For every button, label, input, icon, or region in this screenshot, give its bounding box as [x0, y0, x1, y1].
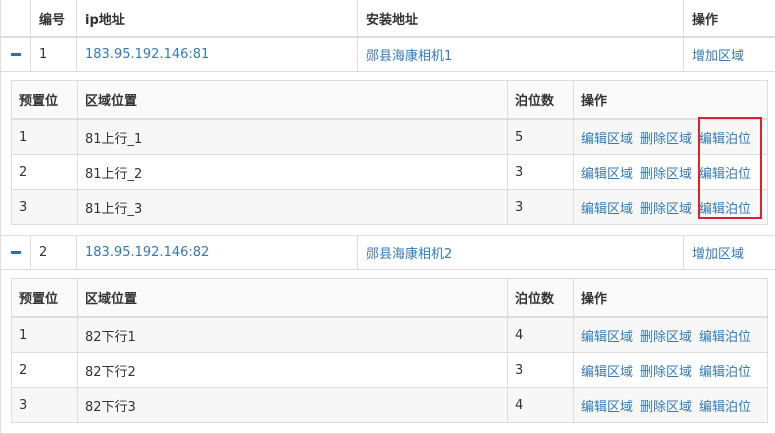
edit-spots-link[interactable]: 编辑泊位: [699, 202, 751, 217]
camera-location-link[interactable]: 郧县海康相机1: [366, 49, 452, 64]
expand-cell: [1, 37, 31, 72]
edit-spots-link[interactable]: 编辑泊位: [699, 400, 751, 415]
header-expand: [1, 0, 31, 37]
header-location: 安装地址: [358, 0, 684, 37]
camera-ip-link[interactable]: 183.95.192.146:82: [85, 245, 209, 260]
area-preset: 2: [12, 155, 78, 190]
camera-row: 2 183.95.192.146:82 郧县海康相机2 增加区域: [1, 236, 775, 270]
camera-detail-row: 预置位 区域位置 泊位数 操作 1 82下行1 4 编辑区域删除区域编辑泊: [1, 270, 775, 434]
header-area: 区域位置: [78, 81, 508, 120]
camera-no: 1: [31, 37, 77, 72]
area-row: 1 81上行_1 5 编辑区域删除区域编辑泊位: [12, 119, 768, 155]
header-area: 区域位置: [78, 279, 508, 318]
area-row: 2 81上行_2 3 编辑区域删除区域编辑泊位: [12, 155, 768, 190]
area-actions: 编辑区域删除区域编辑泊位: [574, 317, 768, 353]
collapse-minus-icon[interactable]: [11, 251, 21, 254]
area-table-header: 预置位 区域位置 泊位数 操作: [12, 279, 768, 318]
header-spots: 泊位数: [508, 81, 574, 120]
camera-detail-row: 预置位 区域位置 泊位数 操作 1 81上行_1 5 编辑区域删除区域编辑: [1, 72, 775, 236]
header-ip: ip地址: [77, 0, 358, 37]
area-name: 82下行3: [78, 388, 508, 423]
camera-detail-container: 预置位 区域位置 泊位数 操作 1 82下行1 4 编辑区域删除区域编辑泊: [1, 270, 775, 434]
area-actions: 编辑区域删除区域编辑泊位: [574, 190, 768, 225]
camera-ip-link[interactable]: 183.95.192.146:81: [85, 47, 209, 62]
area-spots: 3: [508, 155, 574, 190]
edit-area-link[interactable]: 编辑区域: [581, 330, 633, 345]
area-row: 1 82下行1 4 编辑区域删除区域编辑泊位: [12, 317, 768, 353]
expand-cell: [1, 236, 31, 270]
header-preset: 预置位: [12, 81, 78, 120]
edit-area-link[interactable]: 编辑区域: [581, 202, 633, 217]
collapse-minus-icon[interactable]: [11, 53, 21, 56]
delete-area-link[interactable]: 删除区域: [640, 330, 692, 345]
edit-spots-link[interactable]: 编辑泊位: [699, 330, 751, 345]
area-row: 3 82下行3 4 编辑区域删除区域编辑泊位: [12, 388, 768, 423]
area-name: 81上行_3: [78, 190, 508, 225]
edit-area-link[interactable]: 编辑区域: [581, 167, 633, 182]
area-name: 82下行2: [78, 353, 508, 388]
area-preset: 2: [12, 353, 78, 388]
area-preset: 1: [12, 317, 78, 353]
area-name: 82下行1: [78, 317, 508, 353]
edit-area-link[interactable]: 编辑区域: [581, 365, 633, 380]
edit-spots-link[interactable]: 编辑泊位: [699, 167, 751, 182]
header-no: 编号: [31, 0, 77, 37]
area-name: 81上行_2: [78, 155, 508, 190]
area-table: 预置位 区域位置 泊位数 操作 1 82下行1 4 编辑区域删除区域编辑泊: [11, 278, 768, 423]
camera-detail-container: 预置位 区域位置 泊位数 操作 1 81上行_1 5 编辑区域删除区域编辑: [1, 72, 775, 236]
camera-table: 编号 ip地址 安装地址 操作 1 183.95.192.146:81 郧县海康…: [0, 0, 775, 434]
edit-spots-link[interactable]: 编辑泊位: [699, 132, 751, 147]
area-spots: 4: [508, 317, 574, 353]
header-preset: 预置位: [12, 279, 78, 318]
delete-area-link[interactable]: 删除区域: [640, 132, 692, 147]
header-area-actions: 操作: [574, 81, 768, 120]
add-area-link[interactable]: 增加区域: [692, 247, 744, 262]
area-row: 2 82下行2 3 编辑区域删除区域编辑泊位: [12, 353, 768, 388]
area-actions: 编辑区域删除区域编辑泊位: [574, 388, 768, 423]
header-spots: 泊位数: [508, 279, 574, 318]
camera-no: 2: [31, 236, 77, 270]
area-spots: 3: [508, 353, 574, 388]
area-spots: 3: [508, 190, 574, 225]
delete-area-link[interactable]: 删除区域: [640, 400, 692, 415]
area-actions: 编辑区域删除区域编辑泊位: [574, 119, 768, 155]
camera-row: 1 183.95.192.146:81 郧县海康相机1 增加区域: [1, 37, 775, 72]
delete-area-link[interactable]: 删除区域: [640, 365, 692, 380]
area-table: 预置位 区域位置 泊位数 操作 1 81上行_1 5 编辑区域删除区域编辑: [11, 80, 768, 225]
area-table-header: 预置位 区域位置 泊位数 操作: [12, 81, 768, 120]
area-preset: 1: [12, 119, 78, 155]
area-spots: 4: [508, 388, 574, 423]
area-name: 81上行_1: [78, 119, 508, 155]
area-spots: 5: [508, 119, 574, 155]
edit-spots-link[interactable]: 编辑泊位: [699, 365, 751, 380]
delete-area-link[interactable]: 删除区域: [640, 202, 692, 217]
edit-area-link[interactable]: 编辑区域: [581, 400, 633, 415]
area-preset: 3: [12, 388, 78, 423]
edit-area-link[interactable]: 编辑区域: [581, 132, 633, 147]
area-row: 3 81上行_3 3 编辑区域删除区域编辑泊位: [12, 190, 768, 225]
area-actions: 编辑区域删除区域编辑泊位: [574, 155, 768, 190]
camera-location-link[interactable]: 郧县海康相机2: [366, 247, 452, 262]
camera-table-header: 编号 ip地址 安装地址 操作: [1, 0, 775, 37]
header-actions: 操作: [684, 0, 775, 37]
add-area-link[interactable]: 增加区域: [692, 49, 744, 64]
delete-area-link[interactable]: 删除区域: [640, 167, 692, 182]
area-actions: 编辑区域删除区域编辑泊位: [574, 353, 768, 388]
area-preset: 3: [12, 190, 78, 225]
header-area-actions: 操作: [574, 279, 768, 318]
